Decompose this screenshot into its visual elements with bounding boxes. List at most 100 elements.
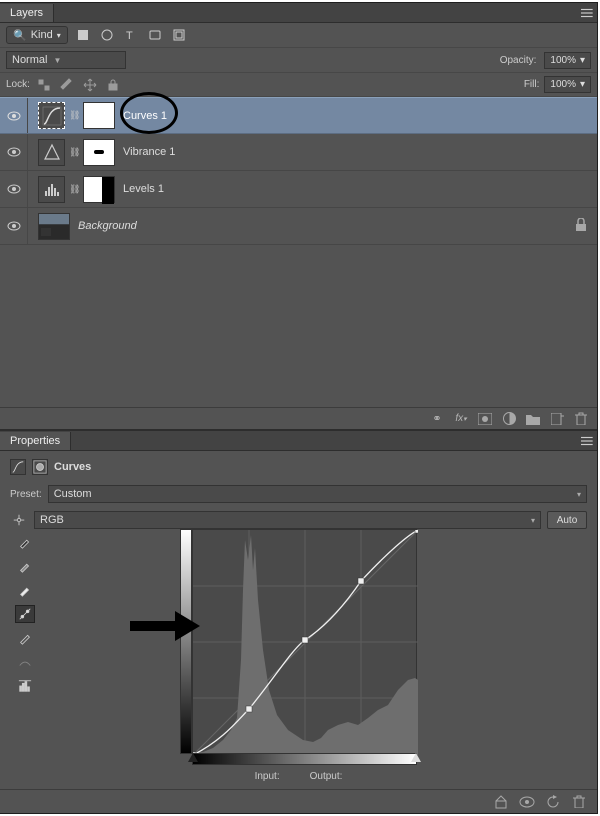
link-icon[interactable]: ⛓ <box>69 184 79 195</box>
properties-panel: Properties Curves Preset: <box>0 431 597 813</box>
image-thumb[interactable] <box>38 213 70 240</box>
svg-text:T: T <box>126 30 133 42</box>
curve-wrap <box>180 529 417 754</box>
curves-icon <box>42 106 62 126</box>
fill-input[interactable]: 100% ▾ <box>544 76 591 93</box>
panel-menu-icon[interactable] <box>579 432 597 450</box>
blend-mode-dropdown[interactable]: Normal ▼ <box>6 51 126 69</box>
layer-row-levels[interactable]: ⛓ Levels 1 <box>0 171 597 208</box>
filter-adjustment-icon[interactable] <box>98 26 116 44</box>
layer-thumbs: ⛓ <box>28 102 115 129</box>
clip-to-below-icon[interactable] <box>493 794 509 810</box>
visibility-toggle[interactable] <box>0 98 28 133</box>
layer-name[interactable]: Vibrance 1 <box>123 146 175 158</box>
delete-icon[interactable] <box>571 794 587 810</box>
gray-eyedropper-icon[interactable] <box>15 557 35 575</box>
vibrance-icon <box>42 142 62 162</box>
layer-row-background[interactable]: Background <box>0 208 597 245</box>
search-icon: 🔍 <box>13 29 27 42</box>
eye-icon <box>7 111 21 121</box>
channel-row: RGB ▾ Auto <box>10 511 587 529</box>
properties-tab-bar: Properties <box>0 431 597 451</box>
filter-type-icon[interactable]: T <box>122 26 140 44</box>
link-icon[interactable]: ⛓ <box>69 147 79 158</box>
filter-shape-icon[interactable] <box>146 26 164 44</box>
input-gradient[interactable] <box>192 753 417 765</box>
visibility-toggle[interactable] <box>0 134 28 170</box>
curves-adjustment-thumb[interactable] <box>38 102 65 129</box>
point-curve-icon[interactable] <box>15 605 35 623</box>
reset-icon[interactable] <box>545 794 561 810</box>
add-group-icon[interactable] <box>525 411 541 427</box>
layer-thumbs: ⛓ <box>28 139 115 166</box>
link-layers-icon[interactable]: ⚭ <box>429 411 445 427</box>
layer-mask-thumb[interactable] <box>83 176 115 203</box>
opacity-label: Opacity: <box>500 55 537 66</box>
filter-smart-icon[interactable] <box>170 26 188 44</box>
layers-tab[interactable]: Layers <box>0 4 54 22</box>
white-point-slider[interactable] <box>411 753 421 762</box>
lock-icon[interactable] <box>575 218 587 235</box>
levels-adjustment-thumb[interactable] <box>38 176 65 203</box>
filter-pixel-icon[interactable] <box>74 26 92 44</box>
preset-value: Custom <box>54 488 92 500</box>
chevron-down-icon: ▼ <box>53 56 61 65</box>
output-gradient <box>180 529 192 754</box>
eye-icon <box>7 184 21 194</box>
chevron-down-icon: ▾ <box>57 31 61 40</box>
vibrance-adjustment-thumb[interactable] <box>38 139 65 166</box>
properties-title-row: Curves <box>10 457 587 477</box>
curve-center: Input: Output: <box>40 529 557 782</box>
delete-layer-icon[interactable] <box>573 411 589 427</box>
layer-name[interactable]: Background <box>78 220 137 232</box>
filter-kind-dropdown[interactable]: 🔍 Kind ▾ <box>6 26 68 44</box>
visibility-toggle[interactable] <box>0 208 28 244</box>
black-eyedropper-icon[interactable] <box>15 533 35 551</box>
new-layer-icon[interactable] <box>549 411 565 427</box>
layers-panel: Layers 🔍 Kind ▾ T Normal <box>0 3 597 245</box>
chevron-down-icon: ▾ <box>580 79 585 90</box>
clip-hist-icon[interactable] <box>15 677 35 695</box>
layers-tab-bar: Layers <box>0 3 597 23</box>
opacity-value: 100% <box>550 55 576 66</box>
add-mask-icon[interactable] <box>477 411 493 427</box>
properties-title: Curves <box>54 461 91 473</box>
fill-value: 100% <box>550 79 576 90</box>
add-adjustment-icon[interactable] <box>501 411 517 427</box>
panel-menu-icon[interactable] <box>579 4 597 22</box>
lock-position-icon[interactable] <box>81 76 99 94</box>
lock-fill-row: Lock: Fill: 100% ▾ <box>0 73 597 97</box>
preset-label: Preset: <box>10 489 42 500</box>
layer-name[interactable]: Curves 1 <box>123 110 167 122</box>
auto-button[interactable]: Auto <box>547 511 587 529</box>
layer-row-vibrance[interactable]: ⛓ Vibrance 1 <box>0 134 597 171</box>
pencil-curve-icon[interactable] <box>15 629 35 647</box>
layer-mask-thumb[interactable] <box>83 102 115 129</box>
lock-pixels-icon[interactable] <box>58 76 76 94</box>
channel-value: RGB <box>40 514 64 526</box>
link-icon[interactable]: ⛓ <box>69 110 79 121</box>
curve-tools <box>10 529 40 782</box>
properties-tab[interactable]: Properties <box>0 432 71 450</box>
curve-canvas[interactable] <box>192 529 417 754</box>
smooth-curve-icon[interactable] <box>15 653 35 671</box>
properties-body: Curves Preset: Custom ▾ RGB ▾ <box>0 451 597 782</box>
preset-dropdown[interactable]: Custom ▾ <box>48 485 587 503</box>
channel-dropdown[interactable]: RGB ▾ <box>34 511 541 529</box>
lock-transparent-icon[interactable] <box>35 76 53 94</box>
layer-mask-thumb[interactable] <box>83 139 115 166</box>
lock-all-icon[interactable] <box>104 76 122 94</box>
output-label: Output: <box>310 771 343 782</box>
opacity-input[interactable]: 100% ▾ <box>544 52 591 69</box>
view-previous-icon[interactable] <box>519 794 535 810</box>
fx-icon[interactable]: fx▾ <box>453 411 469 427</box>
targeted-adjustment-icon[interactable] <box>10 511 28 529</box>
levels-icon <box>42 179 62 199</box>
visibility-toggle[interactable] <box>0 171 28 207</box>
layer-row-curves[interactable]: ⛓ Curves 1 <box>0 97 597 134</box>
layer-name[interactable]: Levels 1 <box>123 183 164 195</box>
white-eyedropper-icon[interactable] <box>15 581 35 599</box>
input-label: Input: <box>255 771 280 782</box>
black-point-slider[interactable] <box>188 753 198 762</box>
mask-icon[interactable] <box>32 459 48 475</box>
